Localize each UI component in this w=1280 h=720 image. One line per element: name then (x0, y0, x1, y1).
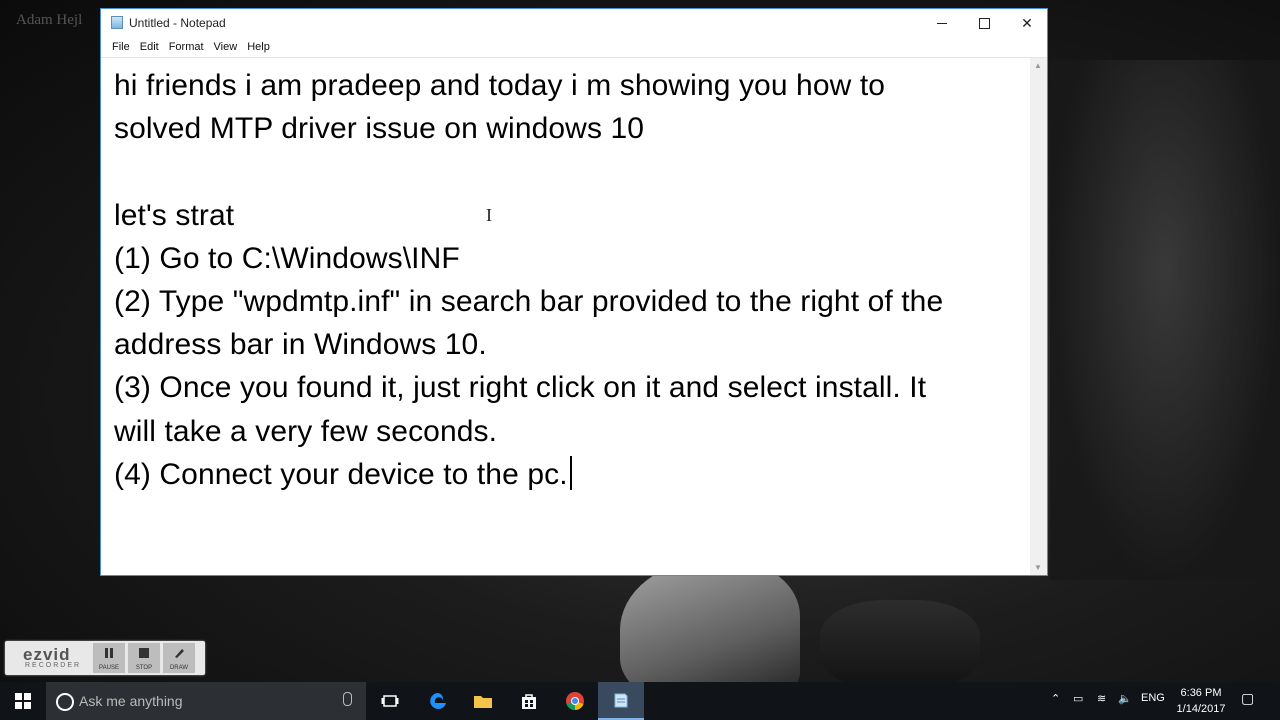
start-button[interactable] (0, 682, 46, 720)
microphone-icon[interactable] (343, 692, 352, 706)
text-line: (1) Go to C:\Windows\INF (114, 241, 460, 275)
store-bag-icon (522, 694, 536, 709)
text-line: (2) Type "wpdmtp.inf" in search bar prov… (114, 284, 944, 318)
vertical-scrollbar[interactable]: ▲ ▼ (1030, 58, 1047, 575)
taskbar-clock[interactable]: 6:36 PM 1/14/2017 (1172, 685, 1230, 717)
pencil-icon (175, 649, 184, 658)
menu-edit[interactable]: Edit (135, 37, 164, 57)
text-line: will take a very few seconds. (114, 414, 498, 448)
file-explorer-button[interactable] (460, 682, 506, 720)
show-hidden-icons-icon[interactable]: ⌃ (1051, 692, 1060, 705)
menu-bar: File Edit Format View Help (101, 37, 1047, 58)
text-caret (569, 455, 572, 490)
battery-icon[interactable]: ▭ (1073, 692, 1083, 705)
cortana-icon (56, 693, 74, 711)
menu-help[interactable]: Help (242, 37, 275, 57)
menu-file[interactable]: File (107, 37, 135, 57)
ezvid-subtitle: RECORDER (25, 662, 82, 669)
stop-icon (139, 648, 149, 658)
folder-icon (474, 696, 492, 708)
text-editor[interactable]: hi friends i am pradeep and today i m sh… (101, 58, 1030, 575)
desktop-watermark-text: Adam Hejl (16, 12, 83, 28)
task-view-button[interactable] (367, 682, 413, 720)
action-center-icon[interactable]: ▢ (1241, 690, 1254, 707)
text-line: solved MTP driver issue on windows 10 (114, 112, 645, 146)
ezvid-draw-button[interactable]: DRAW (163, 643, 195, 673)
clock-date: 1/14/2017 (1176, 703, 1226, 715)
scroll-down-icon[interactable]: ▼ (1034, 563, 1042, 572)
notepad-icon (111, 16, 123, 29)
text-line-content: (4) Connect your device to the pc. (114, 457, 568, 491)
ezvid-draw-label: DRAW (169, 665, 189, 671)
chrome-button[interactable] (552, 682, 598, 720)
minimize-button[interactable] (920, 9, 964, 37)
windows-logo-icon (15, 693, 31, 709)
edge-browser-button[interactable] (415, 682, 461, 720)
volume-icon[interactable]: 🔈 (1118, 692, 1132, 705)
task-view-icon (381, 695, 399, 707)
store-button[interactable] (506, 682, 552, 720)
notepad-window[interactable]: Untitled - Notepad ✕ File Edit Format Vi… (100, 8, 1048, 576)
wifi-icon[interactable]: ≋ (1097, 692, 1106, 705)
wallpaper-figure-dark (820, 600, 980, 690)
close-icon: ✕ (1021, 14, 1033, 31)
edge-icon (430, 693, 446, 709)
notepad-taskbar-button[interactable] (598, 682, 644, 720)
ezvid-stop-button[interactable]: STOP (128, 643, 160, 673)
text-line: (3) Once you found it, just right click … (114, 371, 927, 405)
text-line: let's strat (114, 198, 235, 232)
text-line (114, 150, 1030, 193)
text-line-last: (4) Connect your device to the pc. (114, 453, 1030, 496)
text-line: hi friends i am pradeep and today i m sh… (114, 69, 886, 102)
language-indicator[interactable]: ENG (1141, 692, 1165, 704)
search-placeholder: Ask me anything (79, 693, 183, 709)
wallpaper-shadow (1050, 60, 1280, 580)
chrome-icon (566, 692, 584, 710)
taskbar: Ask me anything ⌃ ▭ ≋ 🔈 ENG 6:36 PM 1/14… (0, 682, 1280, 720)
menu-format[interactable]: Format (164, 37, 209, 57)
menu-view[interactable]: View (209, 37, 243, 57)
clock-time: 6:36 PM (1180, 687, 1222, 699)
ezvid-pause-button[interactable]: PAUSE (93, 643, 125, 673)
title-bar[interactable]: Untitled - Notepad ✕ (101, 9, 1047, 37)
scroll-up-icon[interactable]: ▲ (1034, 61, 1042, 70)
ezvid-recorder-widget: ezvid RECORDER PAUSE STOP DRAW (5, 641, 205, 675)
notepad-taskbar-icon (614, 693, 628, 708)
minimize-icon (937, 22, 947, 24)
maximize-button[interactable] (962, 9, 1006, 37)
ezvid-pause-label: PAUSE (99, 665, 119, 671)
cortana-search-box[interactable]: Ask me anything (46, 682, 366, 720)
ezvid-stop-label: STOP (135, 665, 153, 671)
window-title: Untitled - Notepad (129, 16, 226, 30)
close-button[interactable]: ✕ (1005, 9, 1049, 37)
mouse-ibeam-cursor-icon: I (486, 205, 492, 225)
text-line: address bar in Windows 10. (114, 328, 487, 362)
maximize-icon (978, 17, 990, 29)
wallpaper-figure (620, 560, 800, 700)
pause-icon (105, 648, 113, 658)
